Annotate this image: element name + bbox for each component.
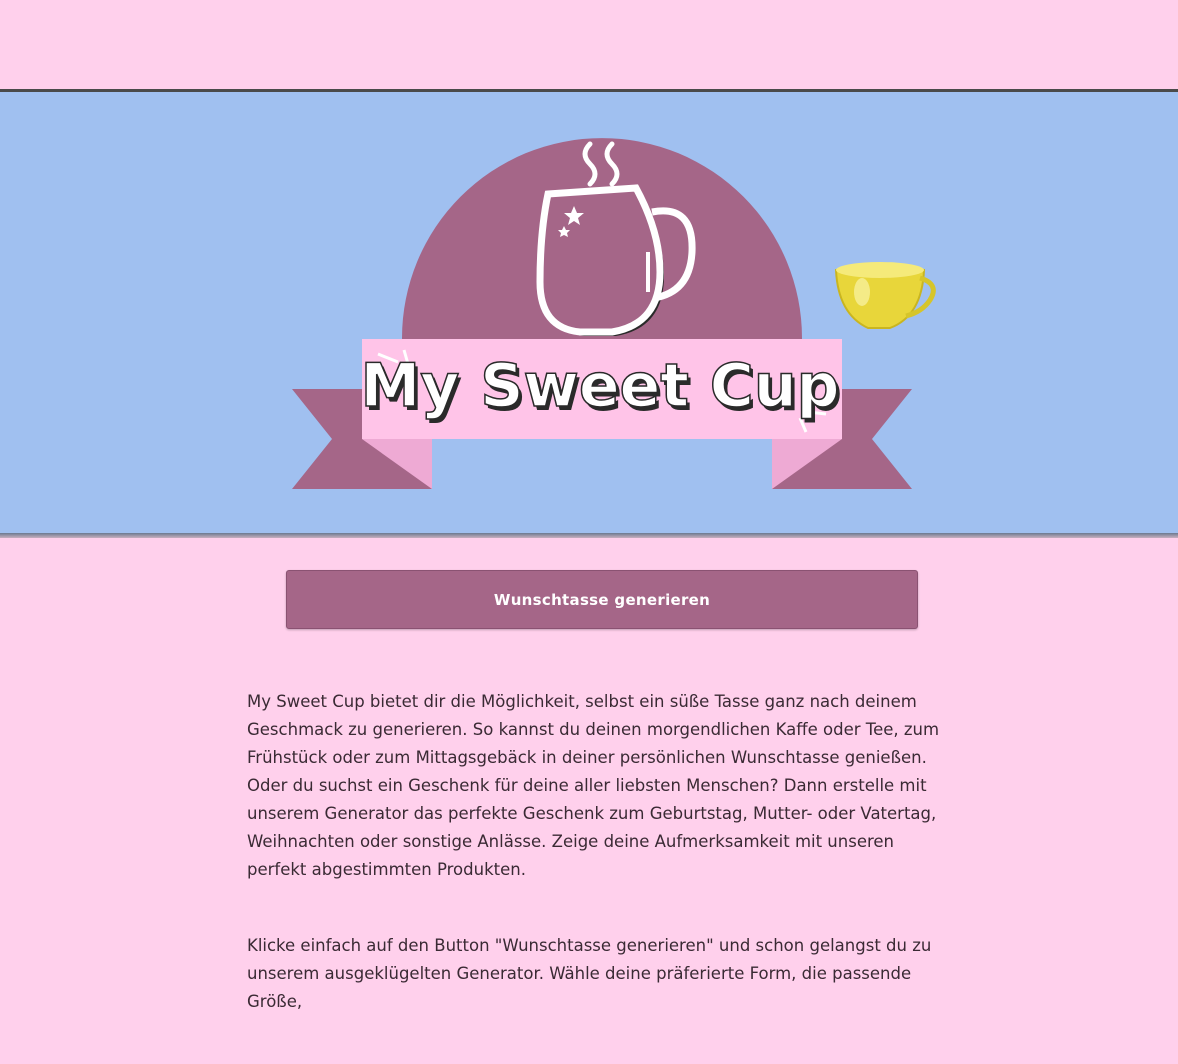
banner-divider bbox=[0, 533, 1178, 538]
intro-text: My Sweet Cup bietet dir die Möglichkeit,… bbox=[247, 688, 947, 1064]
logo[interactable]: My Sweet Cup My Sweet Cup bbox=[0, 92, 1178, 536]
instruction-paragraph: Klicke einfach auf den Button "Wunschtas… bbox=[247, 936, 932, 1011]
yellow-teacup-icon bbox=[834, 262, 936, 329]
cta-container: Wunschtasse generieren bbox=[286, 570, 918, 629]
intro-paragraph: My Sweet Cup bietet dir die Möglichkeit,… bbox=[247, 692, 940, 879]
logo-title: My Sweet Cup bbox=[360, 351, 839, 421]
site-header bbox=[0, 0, 1178, 89]
generate-mug-button[interactable]: Wunschtasse generieren bbox=[286, 570, 918, 629]
hero-banner: My Sweet Cup My Sweet Cup bbox=[0, 92, 1178, 536]
